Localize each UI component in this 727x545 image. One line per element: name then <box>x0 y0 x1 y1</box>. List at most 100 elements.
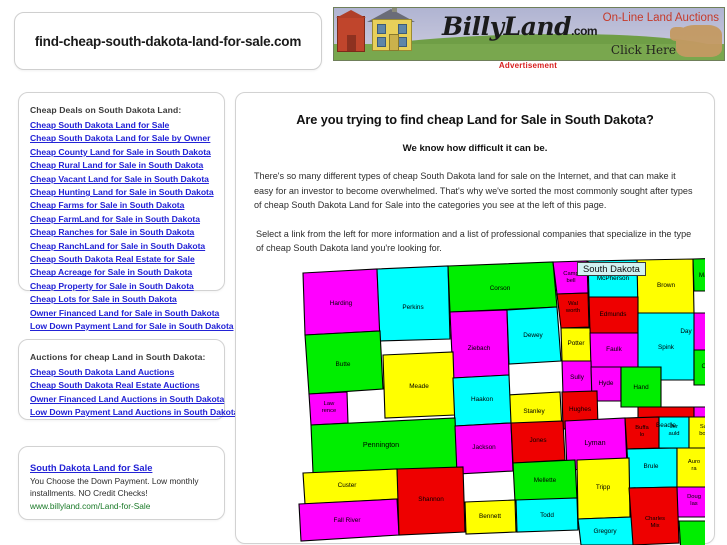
sidebar-deal-link-11[interactable]: Cheap Acreage for Sale in South Dakota <box>30 267 192 277</box>
promo-line-2: installments. NO Credit Checks! <box>30 487 148 498</box>
house-window-icon <box>377 37 386 47</box>
county-label-ziebach: Ziebach <box>468 345 491 352</box>
sidebar-auctions-list: Cheap South Dakota Land Auctions Cheap So… <box>30 365 238 419</box>
sidebar-deal-link-10[interactable]: Cheap South Dakota Real Estate for Sale <box>30 254 195 264</box>
county-label-gregory: Gregory <box>593 528 617 535</box>
county-label-custer: Custer <box>338 482 358 489</box>
list-item: Cheap Vacant Land for Sale in South Dako… <box>30 172 215 185</box>
list-item: Cheap South Dakota Land Auctions <box>30 365 215 378</box>
billyland-ad-banner[interactable]: BillyLand.com On-Line Land Auctions Clic… <box>333 7 725 61</box>
domain-title-box: find-cheap-south-dakota-land-for-sale.co… <box>14 12 322 70</box>
county-label-spink: Spink <box>658 344 675 351</box>
county-label-edmunds: Edmunds <box>600 311 627 318</box>
promo-title-link[interactable]: South Dakota Land for Sale <box>30 462 152 473</box>
house-window-icon <box>398 24 407 34</box>
house-window-icon <box>377 24 386 34</box>
county-label-brown: Brown <box>657 282 676 289</box>
barn-door-icon <box>347 35 356 51</box>
promo-url[interactable]: www.billyland.com/Land-for-Sale <box>30 500 215 512</box>
advertisement-label: Advertisement <box>498 61 558 70</box>
sidebar-deal-link-3[interactable]: Cheap Rural Land for Sale in South Dakot… <box>30 160 203 170</box>
county-label-sanborn: Sanborn <box>699 424 705 437</box>
list-item: Cheap Lots for Sale in South Dakota <box>30 292 215 305</box>
sidebar-auction-link-1[interactable]: Cheap South Dakota Real Estate Auctions <box>30 380 200 390</box>
sidebar-deal-link-0[interactable]: Cheap South Dakota Land for Sale <box>30 120 169 130</box>
chimney-icon <box>392 8 397 12</box>
sidebar-deal-link-14[interactable]: Owner Financed Land for Sale in South Da… <box>30 308 219 318</box>
county-label-day: Day <box>680 328 692 335</box>
county-label-butte: Butte <box>336 361 351 368</box>
list-item: Cheap South Dakota Real Estate Auctions <box>30 378 215 391</box>
county-label-stanley: Stanley <box>523 408 545 415</box>
list-item: Cheap Acreage for Sale in South Dakota <box>30 265 215 278</box>
promo-line-1: You Choose the Down Payment. Low monthly <box>30 476 199 486</box>
ad-brand-tld: .com <box>571 24 598 38</box>
county-label-dewey: Dewey <box>523 332 543 339</box>
county-label-brule: Brule <box>644 463 659 470</box>
list-item: Low Down Payment Land Auctions in South … <box>30 405 238 418</box>
sidebar-auction-link-3[interactable]: Low Down Payment Land Auctions in South … <box>30 407 238 417</box>
county-label-haakon: Haakon <box>471 396 493 403</box>
sidebar-auctions-panel: Auctions for cheap Land in South Dakota:… <box>18 339 238 420</box>
county-label-walworth: Wal worth <box>565 301 580 314</box>
map-state-label: South Dakota <box>577 262 646 276</box>
county-label-todd: Todd <box>540 512 554 519</box>
south-dakota-county-map[interactable]: Harding Perkins Corson Camp bell McPherson Bro… <box>285 255 705 545</box>
sidebar-promo-panel: South Dakota Land for Sale You Choose th… <box>18 446 225 520</box>
county-label-hand: Hand <box>633 384 649 391</box>
county-label-jerauld: Jer auld <box>669 424 680 437</box>
main-paragraph-2: Select a link from the left for more inf… <box>256 228 692 254</box>
county-label-mellette: Mellette <box>534 477 557 484</box>
county-label-pennington: Pennington <box>363 440 399 449</box>
main-headline: Are you trying to find cheap Land for Sa… <box>296 112 654 127</box>
list-item: Cheap RanchLand for Sale in South Dakota <box>30 239 215 252</box>
sidebar-deal-link-1[interactable]: Cheap South Dakota Land for Sale by Owne… <box>30 133 210 143</box>
county-label-jones: Jones <box>529 437 546 444</box>
ad-brand-name: BillyLand.com <box>442 12 598 41</box>
sidebar-deals-panel: Cheap Deals on South Dakota Land: Cheap … <box>18 92 234 331</box>
main-subheadline: We know how difficult it can be. <box>402 143 548 154</box>
county-label-perkins: Perkins <box>402 304 423 311</box>
sidebar-deal-link-15[interactable]: Low Down Payment Land for Sale in South … <box>30 321 234 331</box>
sidebar-deal-link-13[interactable]: Cheap Lots for Sale in South Dakota <box>30 294 177 304</box>
sidebar-deal-link-2[interactable]: Cheap County Land for Sale in South Dako… <box>30 147 211 157</box>
county-label-marshall: Marshall <box>699 272 705 279</box>
sidebar-auction-link-0[interactable]: Cheap South Dakota Land Auctions <box>30 367 174 377</box>
advertisement-banner-area: BillyLand.com On-Line Land Auctions Clic… <box>333 7 725 70</box>
sidebar-deal-link-4[interactable]: Cheap Vacant Land for Sale in South Dako… <box>30 174 209 184</box>
county-label-tripp: Tripp <box>596 484 611 491</box>
ad-cta-text[interactable]: Click Here <box>611 43 676 57</box>
sidebar-deal-link-6[interactable]: Cheap Farms for Sale in South Dakota <box>30 200 184 210</box>
list-item: Owner Financed Land for Sale in South Da… <box>30 306 219 319</box>
sidebar-deal-link-5[interactable]: Cheap Hunting Land for Sale in South Dak… <box>30 187 214 197</box>
sidebar-auctions-heading: Auctions for cheap Land in South Dakota: <box>30 352 206 362</box>
cow-icon <box>670 25 722 57</box>
sidebar-deal-link-12[interactable]: Cheap Property for Sale in South Dakota <box>30 281 194 291</box>
list-item: Low Down Payment Land for Sale in South … <box>30 319 234 332</box>
county-label-clark: Clark <box>702 363 705 370</box>
county-label-harding: Harding <box>330 300 353 307</box>
county-label-bennett: Bennett <box>479 513 501 520</box>
county-label-fall-river: Fall River <box>334 517 362 524</box>
county-label-faulk: Faulk <box>606 346 622 353</box>
list-item: Cheap County Land for Sale in South Dako… <box>30 145 215 158</box>
county-label-lawrence: Law rence <box>322 401 337 414</box>
barn-icon <box>336 10 366 52</box>
map-svg: HardingPerkinsCorsonCamp bell McPhersonBro… <box>298 258 705 545</box>
sidebar-auction-link-2[interactable]: Owner Financed Land Auctions in South Da… <box>30 394 224 404</box>
list-item: Cheap FarmLand for Sale in South Dakota <box>30 212 215 225</box>
county-label-lyman: Lyman <box>584 438 605 447</box>
page-title: find-cheap-south-dakota-land-for-sale.co… <box>34 33 302 49</box>
ad-brand-text: BillyLand <box>442 12 572 41</box>
sidebar-deals-heading: Cheap Deals on South Dakota Land: <box>30 105 182 115</box>
county-shape-ziebach[interactable] <box>449 309 510 379</box>
sidebar-deals-list: Cheap South Dakota Land for Sale Cheap So… <box>30 118 234 333</box>
list-item: Cheap Property for Sale in South Dakota <box>30 279 215 292</box>
sidebar-deal-link-8[interactable]: Cheap Ranches for Sale in South Dakota <box>30 227 194 237</box>
county-label-potter: Potter <box>567 340 585 347</box>
list-item: Cheap Farms for Sale in South Dakota <box>30 198 215 211</box>
county-shape-bon-homme[interactable] <box>678 520 705 545</box>
sidebar-deal-link-7[interactable]: Cheap FarmLand for Sale in South Dakota <box>30 214 200 224</box>
county-label-meade: Meade <box>409 383 429 390</box>
sidebar-deal-link-9[interactable]: Cheap RanchLand for Sale in South Dakota <box>30 241 205 251</box>
